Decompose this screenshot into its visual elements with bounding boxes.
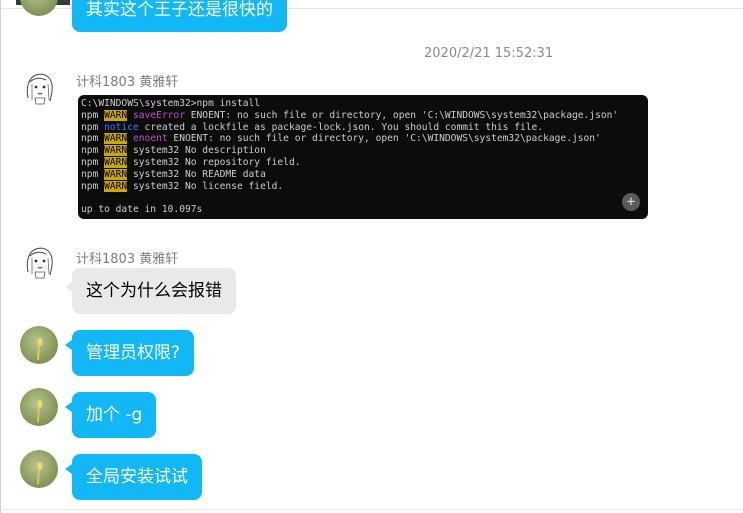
terminal-line: npm notice created a lockfile as package… (81, 121, 544, 133)
sender-name: 计科1803 黄雅轩 (76, 252, 179, 267)
chat-bubble[interactable]: 这个为什么会报错 (72, 268, 236, 314)
message-text: 加个 -g (86, 405, 143, 425)
bubble-tail (65, 340, 72, 350)
zoom-in-icon[interactable]: + (622, 193, 640, 211)
message-timestamp: 2020/2/21 15:52:31 (424, 46, 554, 61)
bubble-tail (65, 464, 72, 474)
bottom-divider (0, 509, 743, 510)
sender-name: 计科1803 黄雅轩 (76, 75, 179, 90)
message-text: 全局安装试试 (86, 467, 188, 487)
avatar[interactable] (20, 450, 58, 488)
terminal-line: npm WARN system32 No repository field. (81, 156, 301, 168)
message-text: 其实这个王子还是很快的 (86, 0, 273, 20)
plant-avatar-icon (37, 462, 43, 485)
terminal-screenshot[interactable]: C:\WINDOWS\system32>npm install npm WARN… (78, 95, 648, 219)
avatar[interactable] (20, 326, 58, 364)
terminal-line: npm WARN enoent ENOENT: no such file or … (81, 133, 601, 145)
message-text: 这个为什么会报错 (86, 281, 222, 301)
chat-bubble[interactable]: 全局安装试试 (72, 454, 202, 500)
terminal-line: C:\WINDOWS\system32>npm install (81, 98, 261, 109)
chat-bubble[interactable]: 其实这个王子还是很快的 (72, 0, 287, 32)
left-divider (0, 0, 1, 513)
chat-bubble[interactable]: 加个 -g (72, 392, 157, 438)
sketch-avatar-icon (26, 247, 53, 279)
terminal-line: npm WARN saveError ENOENT: no such file … (81, 109, 619, 121)
terminal-line: up to date in 10.097s (81, 204, 203, 216)
avatar[interactable] (20, 388, 58, 426)
terminal-line: npm WARN system32 No description (81, 145, 266, 157)
sketch-avatar-icon (26, 73, 53, 105)
plant-avatar-icon (37, 400, 43, 423)
bubble-tail (65, 282, 72, 292)
avatar[interactable] (20, 0, 58, 16)
plant-avatar-icon (37, 338, 43, 361)
terminal-line: npm WARN system32 No license field. (81, 180, 284, 192)
chat-bubble[interactable]: 管理员权限? (72, 330, 195, 376)
message-text: 管理员权限? (86, 343, 181, 363)
bubble-tail (65, 402, 72, 412)
avatar[interactable] (20, 242, 58, 280)
avatar[interactable] (20, 68, 58, 106)
terminal-line: npm WARN system32 No README data (81, 168, 266, 180)
